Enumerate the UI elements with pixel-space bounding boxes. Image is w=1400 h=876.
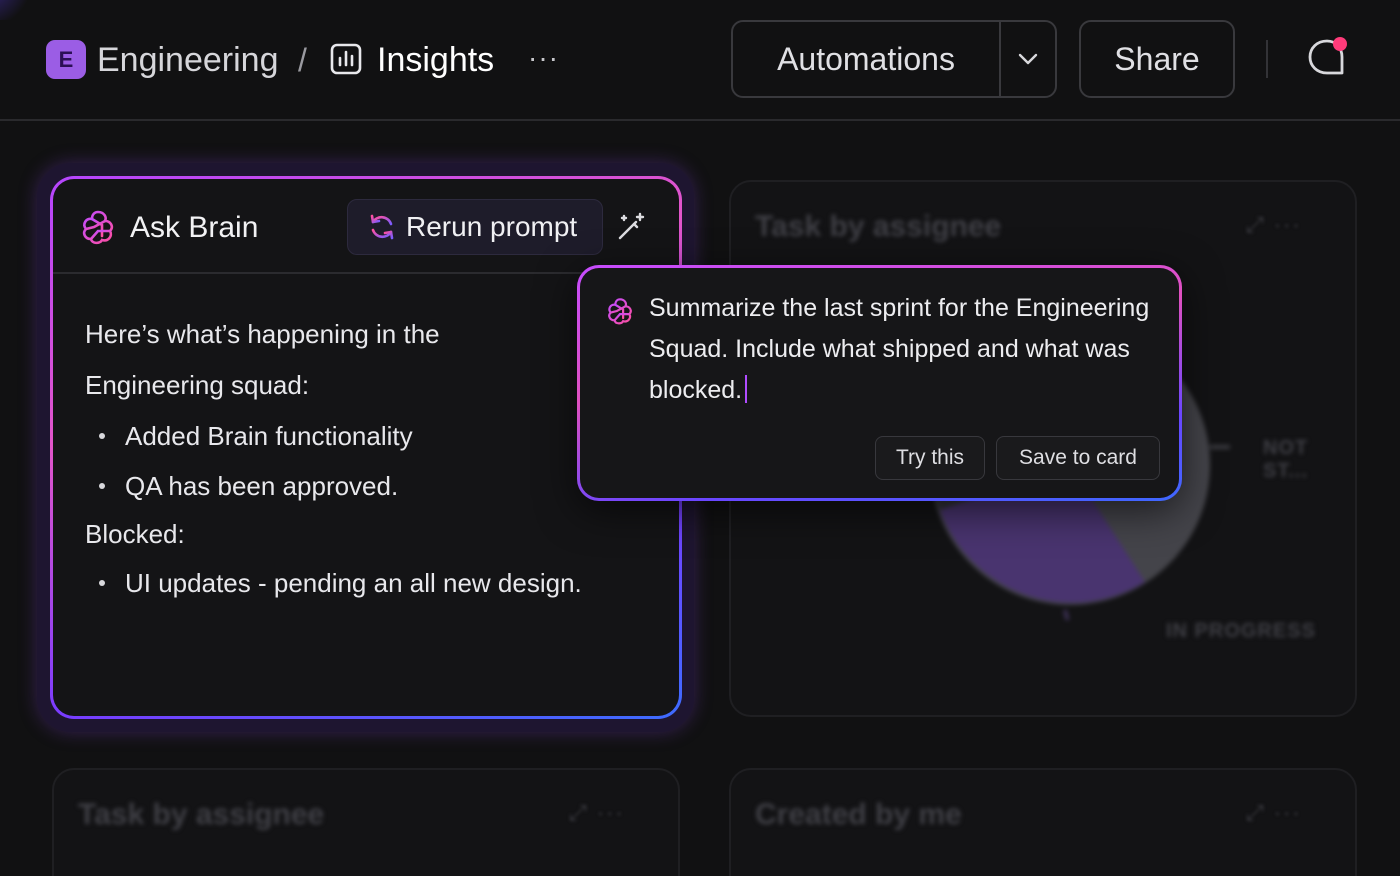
rerun-prompt-label: Rerun prompt: [406, 211, 578, 242]
workspace-initial: E: [58, 46, 74, 72]
text-cursor: [745, 375, 748, 403]
card-title: Task by assignee: [755, 210, 1002, 243]
card-title: Created by me: [755, 798, 962, 831]
chevron-down-icon: [1018, 53, 1038, 65]
list-item: UI updates - pending an all new design.: [85, 558, 665, 608]
automations-button[interactable]: Automations: [733, 22, 1001, 96]
blocked-label: Blocked:: [85, 519, 185, 549]
top-header: E Engineering / Insights ··· Automations…: [0, 0, 1400, 121]
card-tools-icon: ⤢ ···: [1246, 212, 1302, 237]
card-task-by-assignee-bottom[interactable]: Task by assignee ⤢ ···: [52, 768, 680, 876]
more-options-button[interactable]: ···: [528, 44, 559, 72]
pie-label-in-progress: IN PROGRESS: [1166, 620, 1316, 642]
blocked-item: UI updates - pending an all new design.: [125, 567, 582, 598]
chat-bubble-icon[interactable]: [1306, 36, 1348, 78]
page-title[interactable]: Insights: [377, 40, 494, 80]
rerun-prompt-button[interactable]: Rerun prompt: [347, 199, 603, 255]
share-button[interactable]: Share: [1079, 20, 1235, 98]
card-title: Task by assignee: [78, 798, 325, 831]
magic-wand-icon[interactable]: [616, 212, 646, 242]
response-intro: Here’s what’s happening in the Engineeri…: [85, 319, 440, 400]
brain-logo-icon: [82, 210, 114, 245]
try-this-button[interactable]: Try this: [875, 436, 985, 480]
card-tools-icon: ⤢ ···: [569, 800, 625, 825]
prompt-text: Summarize the last sprint for the Engine…: [649, 294, 1150, 404]
bullet: [99, 580, 105, 586]
card-tools-icon: ⤢ ···: [1246, 800, 1302, 825]
workspace-badge-icon[interactable]: E: [46, 40, 86, 79]
shipped-item: Added Brain functionality: [125, 420, 413, 451]
prompt-input[interactable]: Summarize the last sprint for the Engine…: [649, 288, 1159, 411]
notification-dot: [1333, 37, 1347, 51]
save-to-card-button[interactable]: Save to card: [996, 436, 1160, 480]
dashboard-chart-icon: [330, 43, 362, 75]
breadcrumb-workspace[interactable]: Engineering: [97, 40, 278, 80]
bullet: [99, 433, 105, 439]
breadcrumb-separator: /: [298, 42, 307, 78]
ask-brain-title: Ask Brain: [130, 211, 259, 244]
pie-label-not-started: NOT ST...: [1263, 437, 1309, 482]
shipped-item: QA has been approved.: [125, 470, 399, 501]
header-divider: [1266, 40, 1268, 78]
card-created-by-me[interactable]: Created by me ⤢ ···: [729, 768, 1357, 876]
automations-button-group: Automations: [731, 20, 1057, 98]
refresh-icon: [370, 214, 394, 240]
bullet: [99, 483, 105, 489]
prompt-popup: Summarize the last sprint for the Engine…: [577, 265, 1182, 501]
automations-dropdown-button[interactable]: [1001, 22, 1055, 96]
brain-logo-icon: [608, 298, 632, 325]
